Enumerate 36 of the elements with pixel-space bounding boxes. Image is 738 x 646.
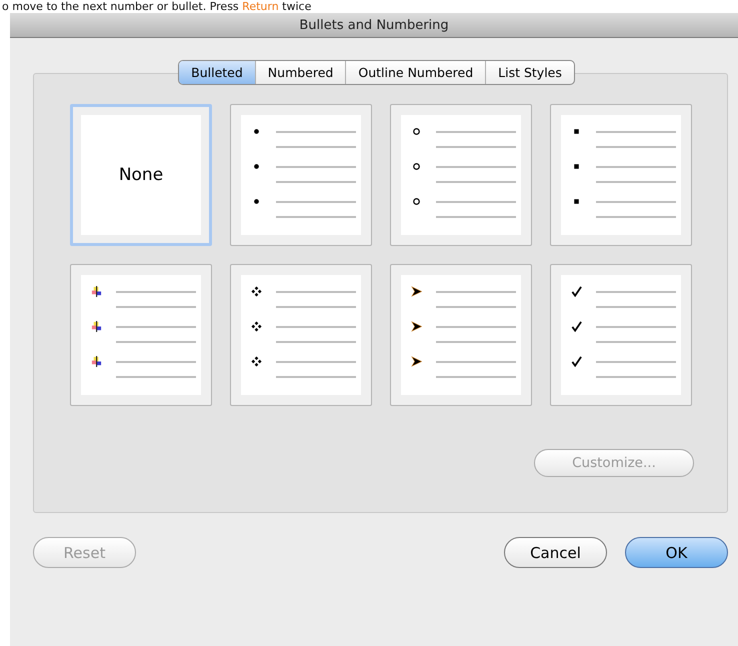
bullet-style-option[interactable]: [390, 264, 532, 406]
arrowhead-icon: [411, 356, 422, 367]
bullet-style-option[interactable]: None: [70, 104, 212, 246]
tab[interactable]: Numbered: [254, 61, 346, 84]
check-icon: [571, 286, 582, 297]
check-icon: [571, 356, 582, 367]
circle-icon: [411, 196, 422, 207]
diamond-cluster-icon: [251, 321, 262, 332]
circle-icon: [411, 161, 422, 172]
bullet-style-option[interactable]: [550, 264, 692, 406]
dot-icon: [251, 196, 262, 207]
window-title: Bullets and Numbering: [299, 18, 449, 32]
square-icon: [571, 126, 582, 137]
dot-icon: [251, 161, 262, 172]
bullet-style-option[interactable]: [390, 104, 532, 246]
dialog-button[interactable]: Cancel: [504, 537, 607, 568]
square-icon: [571, 161, 582, 172]
diamond-cluster-icon: [251, 286, 262, 297]
tab[interactable]: Outline Numbered: [345, 61, 486, 84]
arrowhead-icon: [411, 321, 422, 332]
tab[interactable]: Bulleted: [179, 61, 255, 84]
instruction-text: o move to the next number or bullet. Press Return twice: [1, 0, 312, 13]
check-icon: [571, 321, 582, 332]
circle-icon: [411, 126, 422, 137]
plus-icon: [91, 286, 102, 297]
diamond-cluster-icon: [251, 356, 262, 367]
bullet-style-option[interactable]: [70, 264, 212, 406]
bullet-style-option[interactable]: [230, 104, 372, 246]
square-icon: [571, 196, 582, 207]
dot-icon: [251, 126, 262, 137]
arrowhead-icon: [411, 286, 422, 297]
plus-icon: [91, 321, 102, 332]
plus-icon: [91, 356, 102, 367]
dialog-button[interactable]: OK: [625, 537, 728, 568]
bullet-style-option[interactable]: [550, 104, 692, 246]
bullet-style-option[interactable]: [230, 264, 372, 406]
